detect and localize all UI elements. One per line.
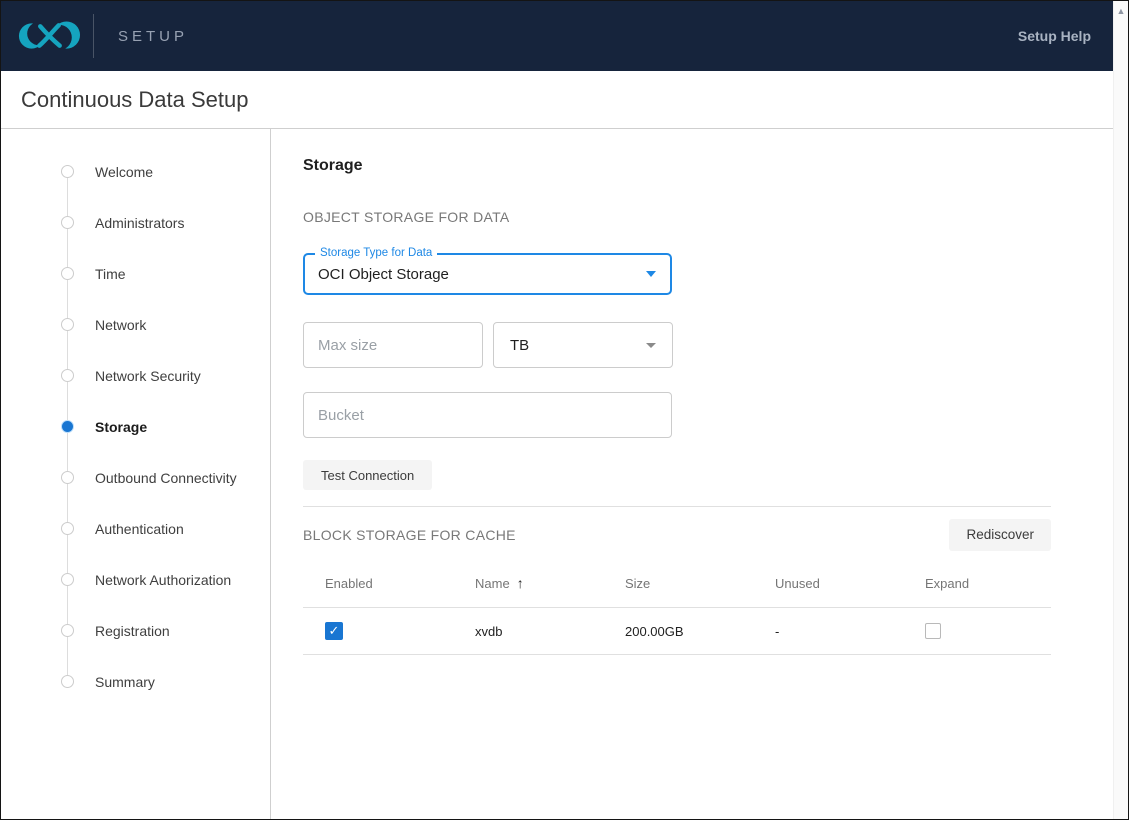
- step-network-authorization[interactable]: Network Authorization: [1, 554, 270, 624]
- step-label: Network Security: [95, 367, 201, 384]
- block-storage-section-header: BLOCK STORAGE FOR CACHE Rediscover: [303, 518, 1051, 551]
- storage-type-label: Storage Type for Data: [315, 247, 438, 259]
- storage-panel: Storage OBJECT STORAGE FOR DATA Storage …: [271, 129, 1051, 819]
- step-authentication[interactable]: Authentication: [1, 503, 270, 573]
- step-label: Outbound Connectivity: [95, 469, 237, 486]
- column-header-unused: Unused: [775, 575, 820, 591]
- step-label: Welcome: [95, 163, 154, 180]
- step-circle-icon: [61, 267, 74, 280]
- step-circle-icon: [61, 216, 74, 229]
- disk-unused-cell: -: [775, 623, 780, 639]
- column-header-enabled: Enabled: [325, 575, 373, 591]
- rediscover-button[interactable]: Rediscover: [949, 518, 1051, 551]
- step-circle-icon: [61, 522, 74, 535]
- column-header-label: Name: [475, 576, 510, 591]
- section-divider: [303, 506, 1051, 507]
- storage-type-select[interactable]: Storage Type for Data OCI Object Storage: [303, 247, 672, 295]
- enabled-checkbox[interactable]: ✓: [325, 622, 343, 640]
- page-title: Continuous Data Setup: [21, 86, 249, 112]
- bucket-input[interactable]: [303, 392, 672, 438]
- block-storage-table: Enabled Name ↑ Size Unused Expand ✓ xvdb: [303, 559, 1051, 655]
- object-storage-section-label: OBJECT STORAGE FOR DATA: [303, 209, 510, 225]
- step-network-security[interactable]: Network Security: [1, 350, 270, 420]
- step-circle-icon: [61, 165, 74, 178]
- page-body: Welcome Administrators Time Network Netw…: [1, 129, 1113, 819]
- block-storage-section-label: BLOCK STORAGE FOR CACHE: [303, 526, 516, 543]
- title-bar: Continuous Data Setup: [1, 71, 1113, 129]
- step-summary[interactable]: Summary: [1, 656, 270, 707]
- step-label: Network: [95, 316, 147, 333]
- test-connection-button[interactable]: Test Connection: [303, 460, 433, 490]
- setup-stepper: Welcome Administrators Time Network Netw…: [1, 129, 271, 819]
- step-label: Registration: [95, 622, 170, 639]
- step-circle-icon: [61, 573, 74, 586]
- step-registration[interactable]: Registration: [1, 605, 270, 675]
- panel-heading: Storage: [303, 157, 363, 174]
- column-header-expand: Expand: [925, 575, 970, 591]
- sort-ascending-icon: ↑: [516, 575, 524, 591]
- setup-help-link[interactable]: Setup Help: [1018, 28, 1091, 44]
- disk-size-cell: 200.00GB: [625, 623, 684, 639]
- enabled-cell: ✓: [325, 622, 475, 640]
- step-circle-icon: [61, 675, 74, 688]
- header-divider: [93, 14, 94, 58]
- step-storage-active[interactable]: Storage: [1, 401, 270, 471]
- step-circle-icon: [61, 471, 74, 484]
- chevron-down-icon: [646, 271, 656, 277]
- step-time[interactable]: Time: [1, 248, 270, 318]
- step-circle-icon: [61, 624, 74, 637]
- step-circle-icon: [61, 318, 74, 331]
- step-administrators[interactable]: Administrators: [1, 197, 270, 267]
- column-header-name-sortable[interactable]: Name ↑: [475, 575, 625, 591]
- step-label: Network Authorization: [95, 571, 232, 588]
- step-circle-icon: [61, 369, 74, 382]
- app-logo-icon: [17, 13, 81, 59]
- max-size-input[interactable]: [303, 322, 483, 368]
- storage-type-value: OCI Object Storage: [318, 265, 449, 283]
- app-header: SETUP Setup Help: [1, 1, 1113, 71]
- size-unit-value: TB: [510, 336, 530, 354]
- app-window: SETUP Setup Help Continuous Data Setup W…: [0, 0, 1129, 820]
- product-label: SETUP: [118, 27, 189, 45]
- expand-cell: [925, 623, 1073, 639]
- table-row: ✓ xvdb 200.00GB -: [303, 608, 1051, 655]
- disk-name-cell: xvdb: [475, 623, 503, 639]
- step-welcome[interactable]: Welcome: [1, 146, 270, 216]
- step-label: Time: [95, 265, 126, 282]
- expand-checkbox[interactable]: [925, 623, 941, 639]
- step-network[interactable]: Network: [1, 299, 270, 369]
- viewport: SETUP Setup Help Continuous Data Setup W…: [1, 1, 1113, 819]
- step-label: Summary: [95, 673, 155, 690]
- step-label: Authentication: [95, 520, 184, 537]
- step-label: Administrators: [95, 214, 185, 231]
- step-label: Storage: [95, 418, 148, 435]
- vertical-scrollbar[interactable]: ▲: [1113, 1, 1128, 819]
- active-step-dot-icon: [61, 420, 74, 433]
- step-outbound-connectivity[interactable]: Outbound Connectivity: [1, 452, 270, 522]
- column-header-size: Size: [625, 575, 651, 591]
- size-field-row: TB: [303, 322, 1051, 368]
- size-unit-select[interactable]: TB: [493, 322, 673, 368]
- chevron-down-icon: [646, 342, 656, 348]
- scroll-up-icon[interactable]: ▲: [1114, 1, 1128, 16]
- table-header-row: Enabled Name ↑ Size Unused Expand: [303, 559, 1051, 608]
